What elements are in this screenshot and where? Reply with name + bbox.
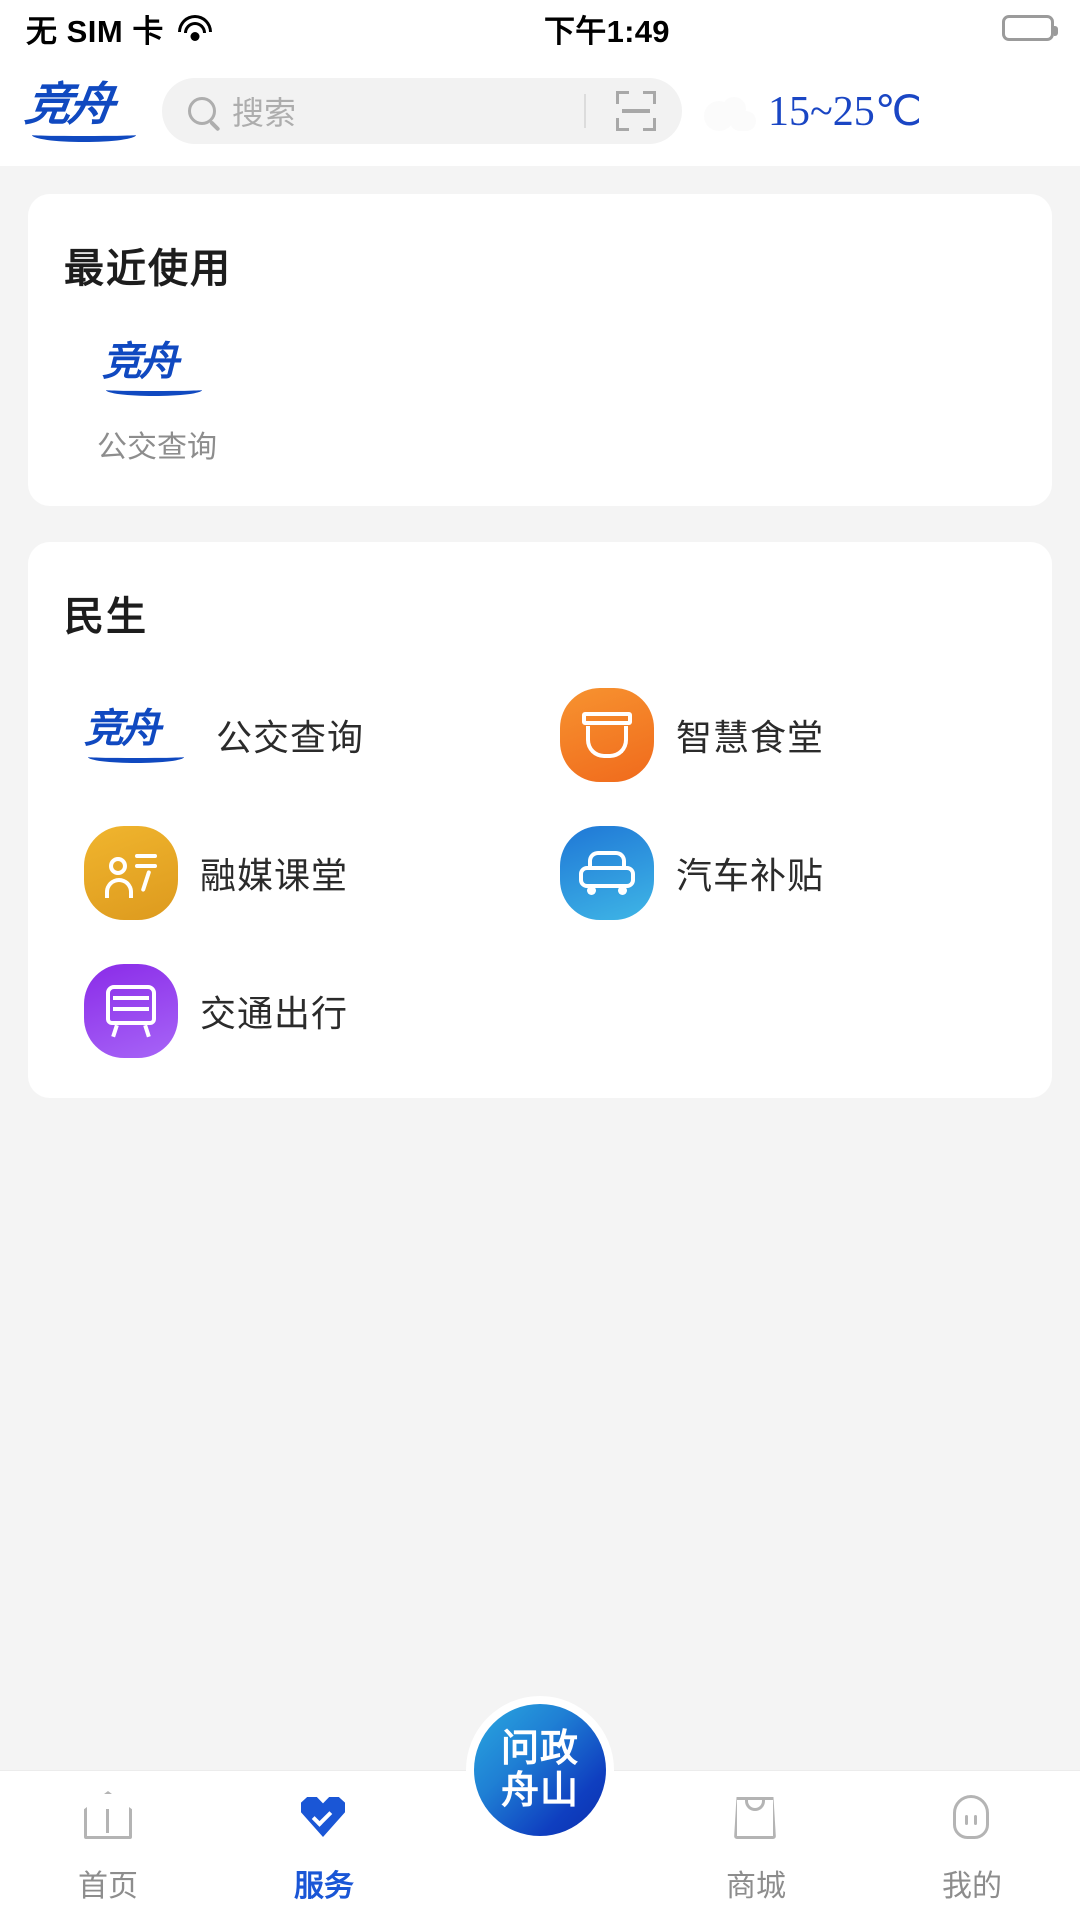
tab-home[interactable]: 首页 — [0, 1791, 216, 1905]
service-item-smart-canteen[interactable]: 智慧食堂 — [560, 688, 1016, 782]
shopping-bag-icon — [728, 1791, 784, 1847]
home-icon — [80, 1791, 136, 1847]
person-card-icon — [84, 826, 178, 920]
recent-item-logo-text: 竞舟 — [102, 339, 176, 385]
temperature-label: 15~25℃ — [768, 89, 922, 135]
service-item-label: 汽车补贴 — [676, 856, 825, 896]
brand-logo-swoosh — [32, 128, 136, 142]
service-item-bus-inquiry[interactable]: 竞舟 公交查询 — [84, 688, 540, 782]
car-icon — [560, 826, 654, 920]
livelihood-title: 民生 — [64, 594, 148, 639]
page-content: 最近使用 竞舟 公交查询 民生 竞舟 公交查询 智慧食堂 融媒课堂 汽车补贴 交… — [0, 166, 1080, 1098]
search-input[interactable]: 搜索 — [232, 88, 568, 134]
bowl-icon — [560, 688, 654, 782]
status-bar: 无 SIM 卡 下午1:49 — [0, 0, 1080, 56]
app-root: 无 SIM 卡 下午1:49 竞舟 搜索 15~25℃ 最近使用 竞舟 公交查询… — [0, 0, 1080, 1920]
service-item-car-subsidy[interactable]: 汽车补贴 — [560, 826, 1016, 920]
tab-services[interactable]: 服务 — [216, 1791, 432, 1905]
livelihood-card: 民生 竞舟 公交查询 智慧食堂 融媒课堂 汽车补贴 交通出行 — [28, 542, 1052, 1098]
train-icon — [84, 964, 178, 1058]
heart-icon — [296, 1791, 352, 1847]
tab-profile[interactable]: 我的 — [864, 1791, 1080, 1905]
fab-inner: 问政 舟山 — [474, 1704, 606, 1836]
brand-logo-icon: 竞舟 — [102, 339, 212, 396]
search-divider — [584, 94, 586, 128]
service-item-transportation[interactable]: 交通出行 — [84, 964, 540, 1058]
recent-item-bus-inquiry[interactable]: 竞舟 公交查询 — [82, 339, 232, 466]
tab-mall[interactable]: 商城 — [648, 1791, 864, 1905]
recent-used-grid: 竞舟 公交查询 — [64, 339, 1016, 466]
brand-logo-icon: 竞舟 — [84, 688, 194, 782]
fab-line-1: 问政 — [500, 1728, 579, 1770]
service-item-label: 公交查询 — [216, 718, 365, 758]
profile-icon — [944, 1791, 1000, 1847]
service-item-label: 融媒课堂 — [200, 856, 349, 896]
recent-item-label: 公交查询 — [97, 431, 217, 464]
brand-logo[interactable]: 竞舟 — [22, 77, 144, 144]
weather-widget[interactable]: 15~25℃ — [700, 86, 922, 136]
status-bar-left: 无 SIM 卡 — [26, 6, 212, 51]
wenzheng-zhoushan-fab[interactable]: 问政 舟山 — [466, 1696, 614, 1844]
recent-used-card: 最近使用 竞舟 公交查询 — [28, 194, 1052, 506]
search-icon — [188, 97, 216, 125]
search-bar[interactable]: 搜索 — [162, 78, 682, 144]
fab-line-2: 舟山 — [500, 1770, 579, 1812]
cloud-icon — [700, 89, 762, 133]
status-bar-right — [1001, 15, 1058, 41]
scan-icon[interactable] — [616, 91, 656, 131]
service-item-media-classroom[interactable]: 融媒课堂 — [84, 826, 540, 920]
carrier-label: 无 SIM 卡 — [26, 13, 164, 49]
brand-logo-text: 竞舟 — [22, 77, 116, 131]
app-header: 竞舟 搜索 15~25℃ — [0, 56, 1080, 166]
status-bar-time: 下午1:49 — [543, 13, 670, 49]
livelihood-grid: 竞舟 公交查询 智慧食堂 融媒课堂 汽车补贴 交通出行 — [64, 688, 1016, 1058]
battery-icon — [1001, 15, 1058, 41]
recent-used-title: 最近使用 — [64, 246, 232, 291]
service-item-label: 交通出行 — [200, 994, 349, 1034]
tab-label: 首页 — [78, 1870, 138, 1903]
service-item-label: 智慧食堂 — [676, 718, 825, 758]
wifi-icon — [177, 15, 212, 41]
tab-label: 我的 — [942, 1870, 1002, 1903]
tab-label: 服务 — [294, 1870, 354, 1903]
tab-label: 商城 — [726, 1870, 786, 1903]
service-icon-logo-text: 竞舟 — [84, 706, 158, 752]
